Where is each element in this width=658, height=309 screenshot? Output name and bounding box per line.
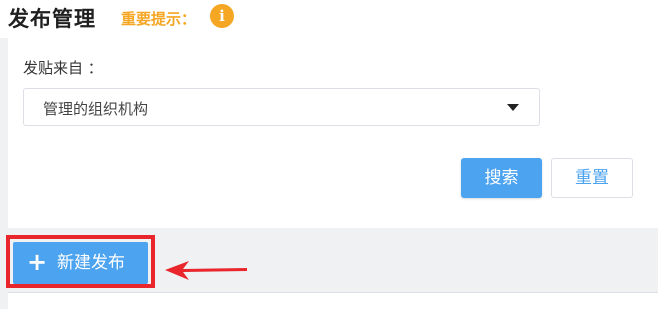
source-label: 发贴来自 ：: [23, 59, 103, 77]
annotation-arrow-icon: [165, 261, 247, 280]
source-select[interactable]: 管理的组织机构: [23, 88, 540, 126]
page-title: 发布管理: [8, 7, 96, 31]
search-button[interactable]: 搜索: [461, 158, 542, 198]
info-icon[interactable]: i: [210, 4, 234, 28]
source-select-value: 管理的组织机构: [43, 100, 149, 118]
important-hint-label: 重要提示：: [121, 10, 197, 28]
plus-icon: +: [27, 248, 48, 276]
filter-panel: 发贴来自 ： 管理的组织机构 搜索 重置: [8, 38, 658, 228]
page-header: 发布管理 重要提示： i: [0, 0, 658, 38]
reset-button[interactable]: 重置: [551, 158, 633, 198]
content-area: [8, 293, 658, 309]
new-post-button[interactable]: + 新建发布: [13, 242, 148, 284]
caret-down-icon: [507, 104, 519, 111]
new-post-label: 新建发布: [57, 253, 125, 273]
